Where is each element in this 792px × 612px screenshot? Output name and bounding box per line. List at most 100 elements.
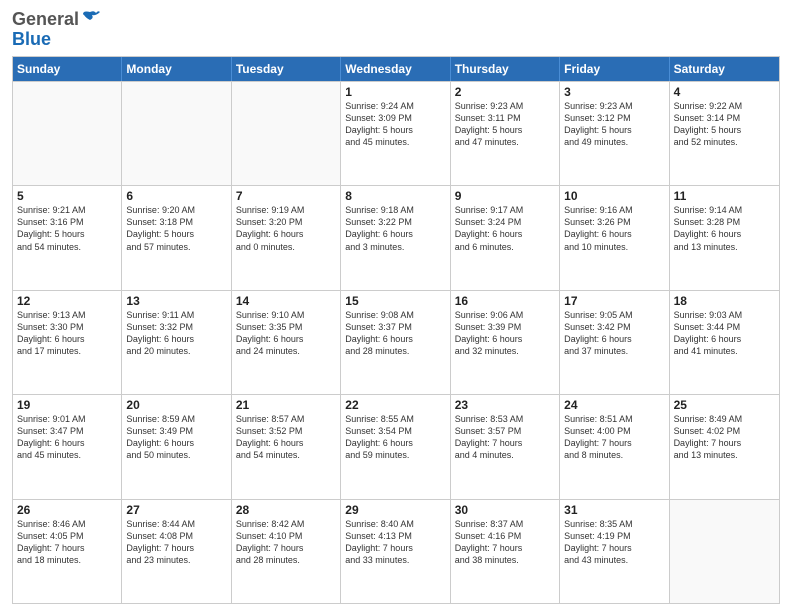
calendar: SundayMondayTuesdayWednesdayThursdayFrid…	[12, 56, 780, 604]
day-number: 14	[236, 294, 336, 308]
day-number: 21	[236, 398, 336, 412]
calendar-day-3: 3Sunrise: 9:23 AM Sunset: 3:12 PM Daylig…	[560, 82, 669, 185]
day-number: 31	[564, 503, 664, 517]
calendar-day-30: 30Sunrise: 8:37 AM Sunset: 4:16 PM Dayli…	[451, 500, 560, 603]
calendar-body: 1Sunrise: 9:24 AM Sunset: 3:09 PM Daylig…	[13, 81, 779, 603]
calendar-day-4: 4Sunrise: 9:22 AM Sunset: 3:14 PM Daylig…	[670, 82, 779, 185]
day-number: 27	[126, 503, 226, 517]
day-info: Sunrise: 8:46 AM Sunset: 4:05 PM Dayligh…	[17, 518, 117, 567]
calendar-empty-cell	[232, 82, 341, 185]
calendar-week-1: 1Sunrise: 9:24 AM Sunset: 3:09 PM Daylig…	[13, 81, 779, 185]
calendar-day-17: 17Sunrise: 9:05 AM Sunset: 3:42 PM Dayli…	[560, 291, 669, 394]
calendar-day-6: 6Sunrise: 9:20 AM Sunset: 3:18 PM Daylig…	[122, 186, 231, 289]
day-number: 25	[674, 398, 775, 412]
logo-bird-icon	[80, 8, 100, 28]
day-number: 8	[345, 189, 445, 203]
day-number: 10	[564, 189, 664, 203]
calendar-day-19: 19Sunrise: 9:01 AM Sunset: 3:47 PM Dayli…	[13, 395, 122, 498]
day-number: 30	[455, 503, 555, 517]
day-info: Sunrise: 8:51 AM Sunset: 4:00 PM Dayligh…	[564, 413, 664, 462]
calendar-empty-cell	[122, 82, 231, 185]
day-number: 24	[564, 398, 664, 412]
day-info: Sunrise: 9:03 AM Sunset: 3:44 PM Dayligh…	[674, 309, 775, 358]
day-number: 22	[345, 398, 445, 412]
day-info: Sunrise: 9:05 AM Sunset: 3:42 PM Dayligh…	[564, 309, 664, 358]
calendar-empty-cell	[670, 500, 779, 603]
calendar-day-7: 7Sunrise: 9:19 AM Sunset: 3:20 PM Daylig…	[232, 186, 341, 289]
day-info: Sunrise: 9:22 AM Sunset: 3:14 PM Dayligh…	[674, 100, 775, 149]
calendar-day-20: 20Sunrise: 8:59 AM Sunset: 3:49 PM Dayli…	[122, 395, 231, 498]
day-number: 4	[674, 85, 775, 99]
calendar-day-15: 15Sunrise: 9:08 AM Sunset: 3:37 PM Dayli…	[341, 291, 450, 394]
logo-blue-text: Blue	[12, 30, 51, 50]
day-number: 13	[126, 294, 226, 308]
day-info: Sunrise: 9:18 AM Sunset: 3:22 PM Dayligh…	[345, 204, 445, 253]
day-info: Sunrise: 9:01 AM Sunset: 3:47 PM Dayligh…	[17, 413, 117, 462]
day-number: 15	[345, 294, 445, 308]
day-number: 7	[236, 189, 336, 203]
calendar-day-11: 11Sunrise: 9:14 AM Sunset: 3:28 PM Dayli…	[670, 186, 779, 289]
day-number: 20	[126, 398, 226, 412]
header: General Blue	[12, 10, 780, 50]
day-info: Sunrise: 8:57 AM Sunset: 3:52 PM Dayligh…	[236, 413, 336, 462]
calendar-week-3: 12Sunrise: 9:13 AM Sunset: 3:30 PM Dayli…	[13, 290, 779, 394]
day-info: Sunrise: 9:06 AM Sunset: 3:39 PM Dayligh…	[455, 309, 555, 358]
day-info: Sunrise: 9:10 AM Sunset: 3:35 PM Dayligh…	[236, 309, 336, 358]
calendar-day-26: 26Sunrise: 8:46 AM Sunset: 4:05 PM Dayli…	[13, 500, 122, 603]
day-info: Sunrise: 9:13 AM Sunset: 3:30 PM Dayligh…	[17, 309, 117, 358]
day-info: Sunrise: 9:23 AM Sunset: 3:11 PM Dayligh…	[455, 100, 555, 149]
weekday-header-friday: Friday	[560, 57, 669, 81]
day-info: Sunrise: 9:21 AM Sunset: 3:16 PM Dayligh…	[17, 204, 117, 253]
weekday-header-thursday: Thursday	[451, 57, 560, 81]
calendar-day-24: 24Sunrise: 8:51 AM Sunset: 4:00 PM Dayli…	[560, 395, 669, 498]
day-number: 17	[564, 294, 664, 308]
weekday-header-saturday: Saturday	[670, 57, 779, 81]
calendar-day-5: 5Sunrise: 9:21 AM Sunset: 3:16 PM Daylig…	[13, 186, 122, 289]
calendar-week-4: 19Sunrise: 9:01 AM Sunset: 3:47 PM Dayli…	[13, 394, 779, 498]
calendar-week-2: 5Sunrise: 9:21 AM Sunset: 3:16 PM Daylig…	[13, 185, 779, 289]
day-info: Sunrise: 9:08 AM Sunset: 3:37 PM Dayligh…	[345, 309, 445, 358]
day-info: Sunrise: 8:35 AM Sunset: 4:19 PM Dayligh…	[564, 518, 664, 567]
day-info: Sunrise: 8:42 AM Sunset: 4:10 PM Dayligh…	[236, 518, 336, 567]
calendar-day-1: 1Sunrise: 9:24 AM Sunset: 3:09 PM Daylig…	[341, 82, 450, 185]
calendar-day-13: 13Sunrise: 9:11 AM Sunset: 3:32 PM Dayli…	[122, 291, 231, 394]
day-info: Sunrise: 9:16 AM Sunset: 3:26 PM Dayligh…	[564, 204, 664, 253]
day-info: Sunrise: 8:37 AM Sunset: 4:16 PM Dayligh…	[455, 518, 555, 567]
calendar-day-12: 12Sunrise: 9:13 AM Sunset: 3:30 PM Dayli…	[13, 291, 122, 394]
calendar-day-9: 9Sunrise: 9:17 AM Sunset: 3:24 PM Daylig…	[451, 186, 560, 289]
calendar-day-8: 8Sunrise: 9:18 AM Sunset: 3:22 PM Daylig…	[341, 186, 450, 289]
day-number: 9	[455, 189, 555, 203]
day-number: 18	[674, 294, 775, 308]
day-number: 3	[564, 85, 664, 99]
day-number: 5	[17, 189, 117, 203]
day-info: Sunrise: 8:55 AM Sunset: 3:54 PM Dayligh…	[345, 413, 445, 462]
calendar-day-29: 29Sunrise: 8:40 AM Sunset: 4:13 PM Dayli…	[341, 500, 450, 603]
calendar-day-2: 2Sunrise: 9:23 AM Sunset: 3:11 PM Daylig…	[451, 82, 560, 185]
calendar-day-23: 23Sunrise: 8:53 AM Sunset: 3:57 PM Dayli…	[451, 395, 560, 498]
day-info: Sunrise: 8:53 AM Sunset: 3:57 PM Dayligh…	[455, 413, 555, 462]
calendar-day-14: 14Sunrise: 9:10 AM Sunset: 3:35 PM Dayli…	[232, 291, 341, 394]
calendar-day-27: 27Sunrise: 8:44 AM Sunset: 4:08 PM Dayli…	[122, 500, 231, 603]
day-info: Sunrise: 8:44 AM Sunset: 4:08 PM Dayligh…	[126, 518, 226, 567]
calendar-day-22: 22Sunrise: 8:55 AM Sunset: 3:54 PM Dayli…	[341, 395, 450, 498]
day-number: 28	[236, 503, 336, 517]
day-info: Sunrise: 9:24 AM Sunset: 3:09 PM Dayligh…	[345, 100, 445, 149]
calendar-week-5: 26Sunrise: 8:46 AM Sunset: 4:05 PM Dayli…	[13, 499, 779, 603]
weekday-header-wednesday: Wednesday	[341, 57, 450, 81]
weekday-header-monday: Monday	[122, 57, 231, 81]
calendar-empty-cell	[13, 82, 122, 185]
day-number: 16	[455, 294, 555, 308]
logo-general-text: General	[12, 10, 79, 30]
calendar-header: SundayMondayTuesdayWednesdayThursdayFrid…	[13, 57, 779, 81]
weekday-header-sunday: Sunday	[13, 57, 122, 81]
day-number: 19	[17, 398, 117, 412]
day-number: 12	[17, 294, 117, 308]
day-info: Sunrise: 9:14 AM Sunset: 3:28 PM Dayligh…	[674, 204, 775, 253]
calendar-day-10: 10Sunrise: 9:16 AM Sunset: 3:26 PM Dayli…	[560, 186, 669, 289]
calendar-day-28: 28Sunrise: 8:42 AM Sunset: 4:10 PM Dayli…	[232, 500, 341, 603]
day-number: 6	[126, 189, 226, 203]
calendar-day-16: 16Sunrise: 9:06 AM Sunset: 3:39 PM Dayli…	[451, 291, 560, 394]
day-info: Sunrise: 9:20 AM Sunset: 3:18 PM Dayligh…	[126, 204, 226, 253]
day-number: 23	[455, 398, 555, 412]
calendar-day-31: 31Sunrise: 8:35 AM Sunset: 4:19 PM Dayli…	[560, 500, 669, 603]
